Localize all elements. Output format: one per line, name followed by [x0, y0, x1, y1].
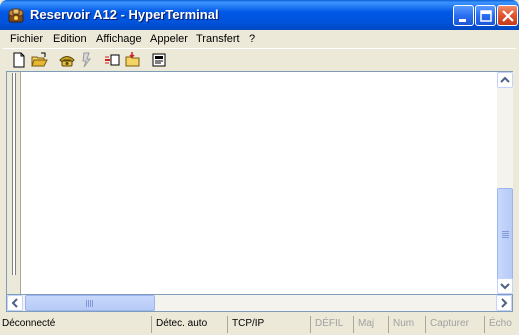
window-title: Reservoir A12 - HyperTerminal	[30, 7, 219, 22]
status-bar: Déconnecté Détec. auto TCP/IP DÉFIL Maj …	[0, 313, 519, 335]
vertical-scroll-thumb[interactable]	[497, 188, 513, 284]
chevron-up-icon	[500, 76, 510, 83]
menu-edition[interactable]: Edition	[53, 33, 87, 45]
menu-fichier[interactable]: Fichier	[10, 33, 43, 45]
chevron-left-icon	[11, 298, 18, 308]
send-button[interactable]	[104, 51, 122, 69]
call-icon	[59, 56, 75, 67]
scroll-right-button[interactable]	[496, 295, 512, 311]
status-num: Num	[388, 316, 422, 333]
terminal-gutter	[7, 72, 21, 294]
scroll-up-button[interactable]	[497, 72, 513, 88]
vertical-scrollbar[interactable]	[497, 72, 513, 294]
hyperterminal-window: Reservoir A12 - HyperTerminal Fichier Ed…	[0, 0, 519, 335]
receive-icon	[125, 52, 140, 67]
chevron-right-icon	[501, 298, 508, 308]
terminal-area[interactable]	[6, 71, 513, 295]
toolbar	[3, 48, 516, 70]
open-button[interactable]	[30, 51, 48, 69]
minimize-icon	[459, 19, 466, 22]
menu-transfert[interactable]: Transfert	[196, 33, 240, 45]
status-protocol: TCP/IP	[227, 316, 307, 333]
disconnect-button[interactable]	[78, 51, 96, 69]
chevron-down-icon	[500, 283, 510, 290]
grip-line	[502, 235, 509, 236]
maximize-icon	[480, 10, 492, 22]
hyperterminal-app-icon[interactable]	[7, 6, 25, 24]
maximize-button[interactable]	[475, 5, 496, 26]
close-icon	[502, 10, 514, 22]
status-caps: Maj	[353, 316, 385, 333]
grip-line	[92, 300, 93, 307]
properties-button[interactable]	[150, 51, 168, 69]
send-icon	[105, 54, 120, 66]
menu-help[interactable]: ?	[249, 33, 255, 45]
menu-appeler[interactable]: Appeler	[150, 33, 188, 45]
open-folder-icon	[31, 52, 48, 67]
horizontal-scroll-thumb[interactable]	[25, 295, 155, 311]
receive-button[interactable]	[124, 51, 142, 69]
grip-line	[88, 300, 89, 307]
status-scroll: DÉFIL	[310, 316, 350, 333]
call-button[interactable]	[58, 51, 76, 69]
gutter-line	[12, 73, 16, 275]
grip-line	[502, 231, 509, 232]
menu-bar: Fichier Edition Affichage Appeler Transf…	[3, 30, 516, 48]
minimize-button[interactable]	[453, 5, 474, 26]
close-button[interactable]	[497, 5, 518, 26]
new-document-button[interactable]	[10, 51, 28, 69]
scroll-down-button[interactable]	[497, 278, 513, 294]
status-capture: Capturer	[425, 316, 481, 333]
grip-line	[90, 300, 91, 307]
status-echo: Écho	[484, 316, 519, 333]
horizontal-scrollbar[interactable]	[6, 295, 513, 312]
grip-line	[502, 233, 509, 234]
grip-line	[86, 300, 87, 307]
menu-affichage[interactable]: Affichage	[96, 33, 142, 45]
status-detection: Détec. auto	[151, 316, 224, 333]
title-bar[interactable]: Reservoir A12 - HyperTerminal	[0, 0, 519, 30]
disconnect-icon	[82, 52, 91, 68]
scroll-left-button[interactable]	[7, 295, 23, 311]
new-document-icon	[13, 52, 25, 68]
grip-line	[502, 237, 509, 238]
properties-icon	[152, 53, 166, 67]
status-connection: Déconnecté	[2, 318, 56, 329]
